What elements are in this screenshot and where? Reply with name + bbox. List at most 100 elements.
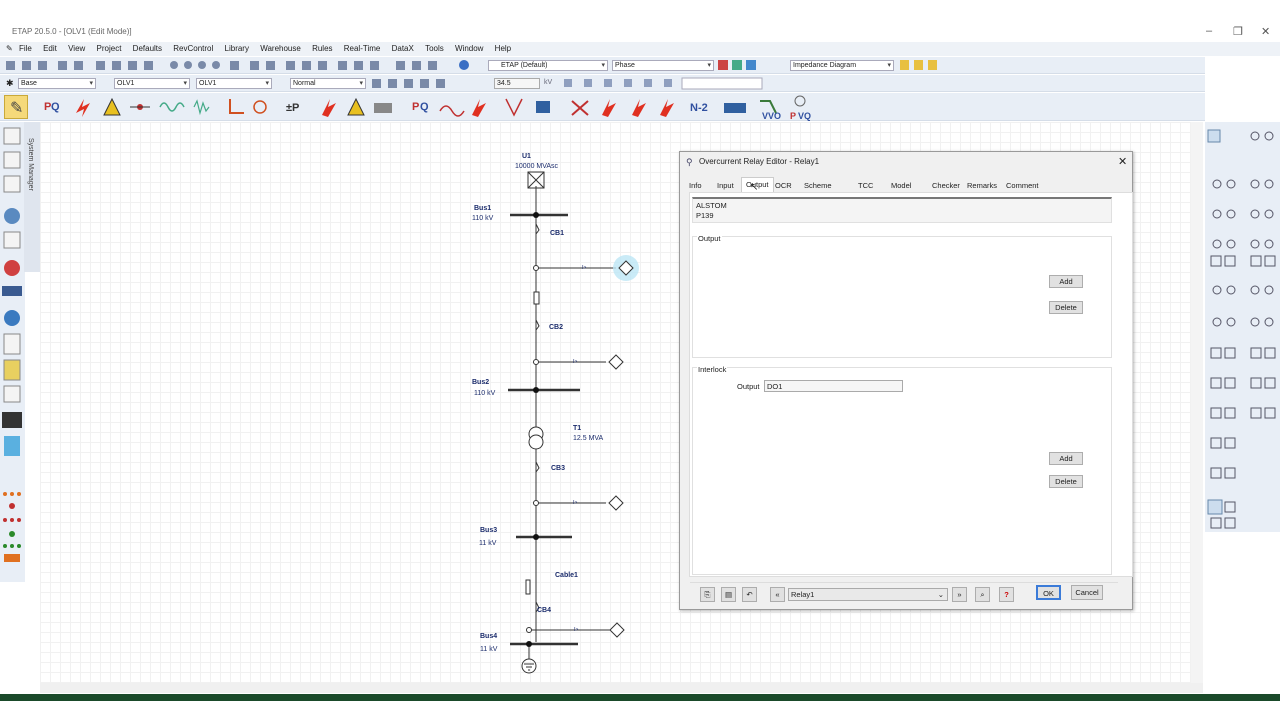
relay2-label: I> <box>573 359 578 365</box>
relay3-symbol <box>608 495 624 511</box>
dialog-close-icon[interactable]: ✕ <box>1118 155 1127 168</box>
svg-text:±P: ±P <box>286 102 299 114</box>
pencil-icon: ✎ <box>10 100 24 117</box>
ct-symbol <box>533 291 540 305</box>
left-toolbar-icons[interactable] <box>0 122 25 582</box>
base-dropdown[interactable]: Base <box>18 78 96 89</box>
u1-rating: 10000 MVAsc <box>515 163 559 170</box>
cable1-symbol <box>525 579 531 595</box>
etap-mode-dropdown[interactable]: ETAP (Default) <box>488 60 608 71</box>
relay1-label: I> <box>582 265 587 271</box>
output-add-button[interactable]: Add <box>1049 275 1083 288</box>
phase-tool-icons[interactable] <box>560 75 780 92</box>
bus1-kv: 110 kV <box>472 215 494 222</box>
interlock-group-label: Interlock <box>697 365 728 374</box>
olv-dropdown[interactable]: OLV1 <box>114 78 190 89</box>
right-element-icons[interactable] <box>1205 122 1280 532</box>
svg-text:P: P <box>412 101 419 113</box>
tab-comment[interactable]: Comment <box>1002 179 1043 192</box>
find-binoculars-icon[interactable]: ⌕ <box>975 587 990 602</box>
menu-revcontrol[interactable]: RevControl <box>173 42 213 56</box>
ok-button[interactable]: OK <box>1036 585 1061 600</box>
tab-ocr[interactable]: OCR <box>771 179 796 192</box>
help-icon[interactable]: ? <box>999 587 1014 602</box>
tab-info[interactable]: Info <box>685 179 706 192</box>
cb2-label: CB2 <box>549 324 564 331</box>
menu-pencil-icon: ✎ <box>6 44 13 53</box>
undo-icon[interactable]: ↶ <box>742 587 757 602</box>
manufacturer-text: ALSTOM <box>696 201 727 210</box>
horizontal-scrollbar[interactable] <box>40 683 1203 693</box>
window-titlebar: ETAP 20.5.0 - [OLV1 (Edit Mode)] – ❐ ✕ <box>0 22 1280 42</box>
style-dropdown[interactable]: Normal <box>290 78 366 89</box>
interlock-delete-button[interactable]: Delete <box>1049 475 1083 488</box>
impedance-diagram-dropdown[interactable]: Impedance Diagram <box>790 60 894 71</box>
olv-value: OLV1 <box>117 80 135 87</box>
menu-edit[interactable]: Edit <box>43 42 57 56</box>
cancel-button[interactable]: Cancel <box>1071 585 1103 600</box>
analysis-module-icons[interactable]: PQ ±P PQ N-2 VVO P VQ <box>36 93 856 121</box>
voltage-value: 34.5 <box>497 80 511 87</box>
menu-rules[interactable]: Rules <box>312 42 332 56</box>
overcurrent-relay-editor-dialog: ⚲ Overcurrent Relay Editor - Relay1 ✕ In… <box>679 151 1133 610</box>
presentation-dropdown[interactable]: OLV1 <box>196 78 272 89</box>
edit-mode-pencil-button[interactable]: ✎ <box>4 95 28 119</box>
menu-file[interactable]: File <box>19 42 32 56</box>
mode-toolbar: ✱ Base OLV1 OLV1 Normal 34.5 kV <box>0 75 1205 92</box>
tab-checker[interactable]: Checker <box>928 179 964 192</box>
paste-icon[interactable]: ▤ <box>721 587 736 602</box>
menu-datax[interactable]: DataX <box>392 42 414 56</box>
tab-remarks[interactable]: Remarks <box>963 179 1001 192</box>
relay2-symbol <box>608 354 624 370</box>
relay-select-dropdown[interactable]: Relay1 ⌄ <box>788 588 948 601</box>
voltage-unit: kV <box>544 79 553 86</box>
menu-view[interactable]: View <box>68 42 85 56</box>
edit-tool-icons[interactable] <box>370 75 450 92</box>
output-tab-panel: ALSTOM P139 Output Add Delete Interlock … <box>689 192 1133 577</box>
menu-real-time[interactable]: Real-Time <box>344 42 381 56</box>
bus3-name: Bus3 <box>480 527 498 534</box>
ground-symbol <box>521 658 537 674</box>
bus2-name: Bus2 <box>472 379 490 386</box>
next-relay-icon[interactable]: » <box>952 587 967 602</box>
left-toolbar <box>0 122 25 582</box>
device-info-box: ALSTOM P139 <box>692 197 1112 223</box>
svg-text:P: P <box>790 111 796 121</box>
cb1-label: CB1 <box>550 230 565 237</box>
vertical-scrollbar[interactable] <box>1191 122 1203 683</box>
phase-value: Phase <box>615 62 635 69</box>
menu-defaults[interactable]: Defaults <box>133 42 162 56</box>
menu-window[interactable]: Window <box>455 42 483 56</box>
chevron-down-icon: ⌄ <box>937 590 944 599</box>
restore-icon[interactable]: ❐ <box>1233 25 1243 38</box>
bus1-name: Bus1 <box>474 205 492 212</box>
interlock-add-button[interactable]: Add <box>1049 452 1083 465</box>
standard-toolbar: ETAP (Default) Phase Impedance Diagram <box>0 57 1205 74</box>
menu-library[interactable]: Library <box>225 42 249 56</box>
presentation-value: OLV1 <box>199 80 217 87</box>
system-manager-tab[interactable]: System Manager <box>24 122 40 272</box>
close-window-icon[interactable]: ✕ <box>1261 25 1270 38</box>
dialog-title: Overcurrent Relay Editor - Relay1 <box>699 157 820 166</box>
relay3-label: I> <box>573 500 578 506</box>
copy-icon[interactable]: ⎘ <box>700 587 715 602</box>
previous-relay-icon[interactable]: « <box>770 587 785 602</box>
voltage-input[interactable]: 34.5 <box>494 78 540 89</box>
minimize-icon[interactable]: – <box>1206 25 1212 37</box>
standard-toolbar-icons[interactable] <box>4 57 484 74</box>
view-tool-icons[interactable] <box>898 57 948 74</box>
menu-warehouse[interactable]: Warehouse <box>260 42 301 56</box>
menu-tools[interactable]: Tools <box>425 42 444 56</box>
svg-text:Q: Q <box>51 101 60 113</box>
phase-dropdown[interactable]: Phase <box>612 60 714 71</box>
color-theme-icons[interactable] <box>716 57 776 74</box>
relay4-label: I> <box>574 627 579 633</box>
menu-project[interactable]: Project <box>97 42 122 56</box>
interlock-groupbox: Interlock Output DO1 Add Delete <box>692 365 1112 575</box>
impedance-diagram-value: Impedance Diagram <box>793 62 857 69</box>
output-delete-button[interactable]: Delete <box>1049 301 1083 314</box>
dialog-footer: ⎘ ▤ ↶ « Relay1 ⌄ » ⌕ ? OK Cancel <box>690 582 1118 604</box>
tab-input[interactable]: Input <box>713 179 738 192</box>
interlock-output-field[interactable]: DO1 <box>764 380 903 392</box>
menu-help[interactable]: Help <box>495 42 511 56</box>
